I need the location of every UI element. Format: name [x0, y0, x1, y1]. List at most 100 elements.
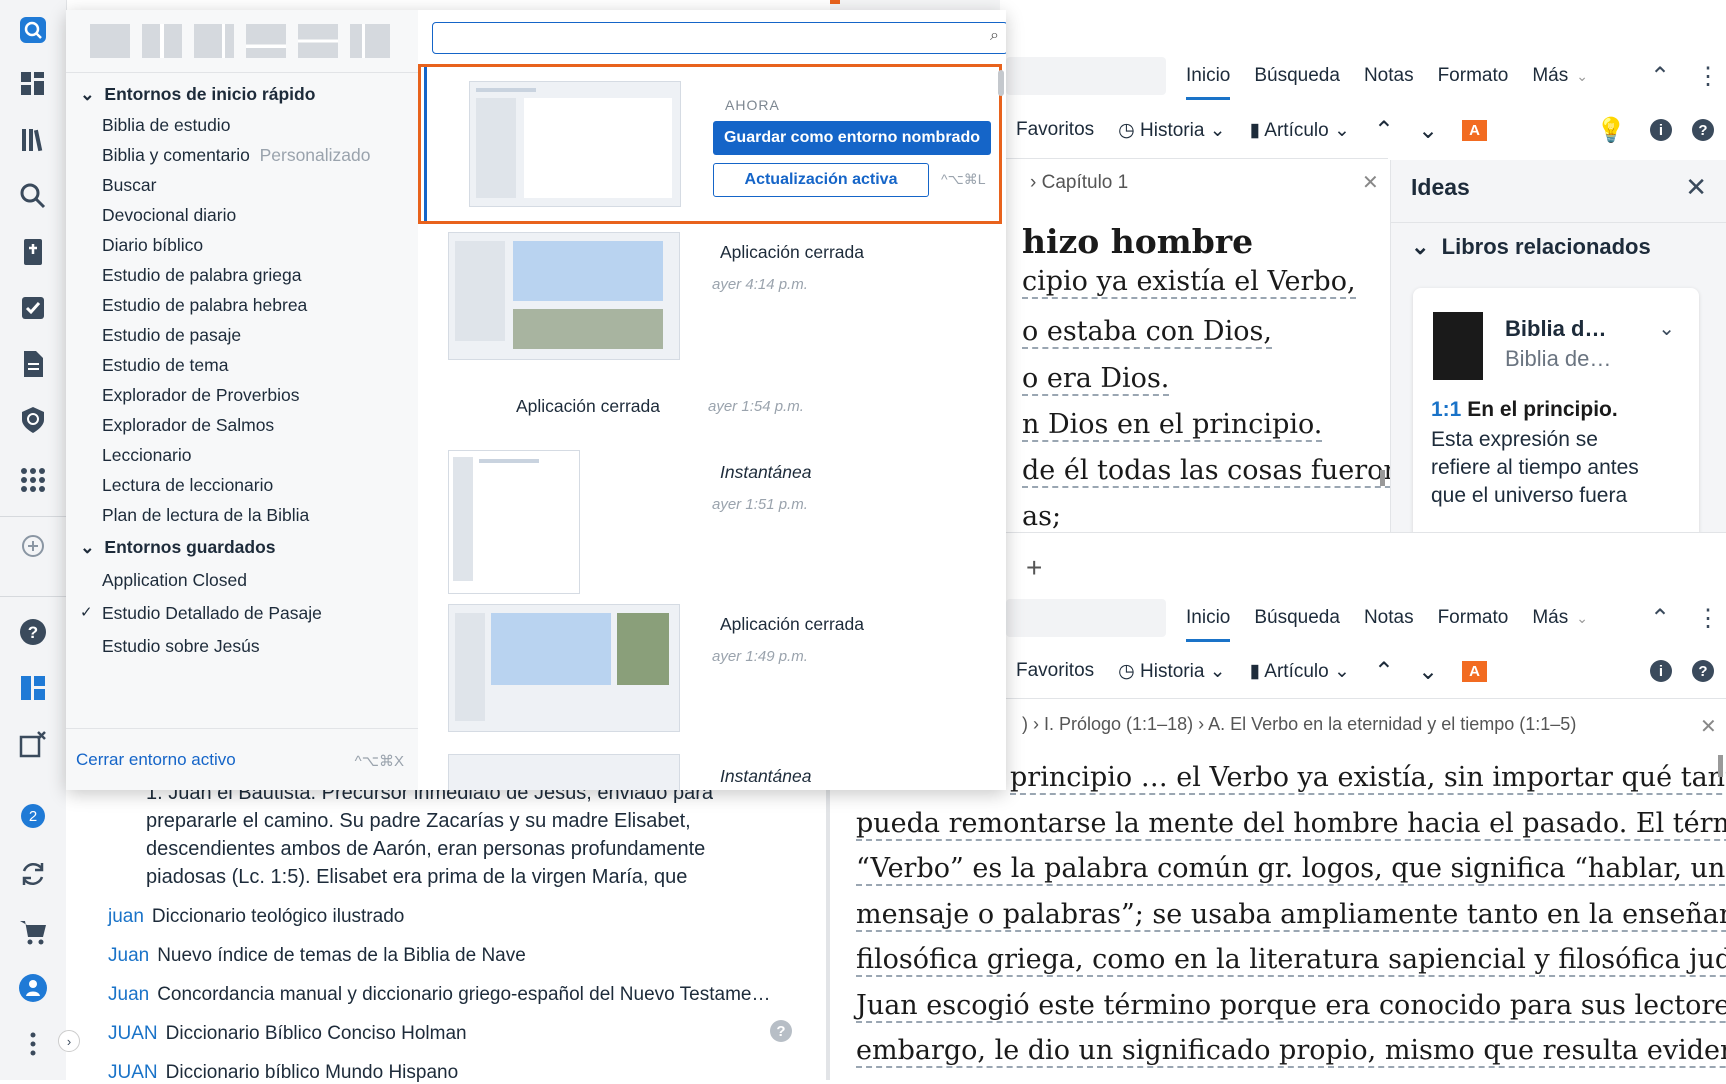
quick-item[interactable]: Diario bíblico: [102, 235, 203, 256]
close-pane-icon[interactable]: ✕: [1700, 714, 1717, 739]
quick-start-header[interactable]: ⌄ Entornos de inicio rápido: [80, 84, 315, 105]
dictionary-key[interactable]: Juan: [108, 945, 149, 966]
quick-item[interactable]: Estudio de palabra hebrea: [102, 295, 307, 316]
snapshot-thumbnail[interactable]: [448, 604, 680, 732]
tab-busqueda[interactable]: Búsqueda: [1254, 607, 1340, 629]
tab-inicio[interactable]: Inicio: [1186, 607, 1231, 642]
quick-item[interactable]: Explorador de Proverbios: [102, 385, 299, 406]
close-panels-icon[interactable]: [17, 728, 49, 760]
articulo-button[interactable]: ▮ Artículo ⌄: [1250, 660, 1350, 683]
scrollbar[interactable]: [1380, 470, 1385, 486]
favoritos-button[interactable]: Favoritos: [1016, 119, 1094, 141]
add-circle-icon[interactable]: [17, 530, 49, 562]
dictionary-entry[interactable]: Juan Nuevo índice de temas de la Biblia d…: [108, 945, 526, 967]
logos-search-icon[interactable]: [17, 14, 49, 46]
snapshot-thumbnail[interactable]: [448, 754, 680, 790]
snapshot-title[interactable]: Instantánea: [720, 462, 811, 483]
update-active-button[interactable]: Actualización activa: [713, 163, 929, 197]
snapshot-thumbnail[interactable]: [448, 232, 680, 360]
quick-item[interactable]: Leccionario: [102, 445, 192, 466]
checklist-icon[interactable]: [17, 292, 49, 324]
tab-inicio[interactable]: Inicio: [1186, 65, 1231, 100]
bottom-search-field[interactable]: [1006, 599, 1166, 637]
quick-item[interactable]: Devocional diario: [102, 205, 236, 226]
tab-notas[interactable]: Notas: [1364, 607, 1414, 629]
chevron-up-icon[interactable]: ⌃: [1374, 657, 1394, 686]
saved-header[interactable]: ⌄ Entornos guardados: [80, 537, 276, 558]
snapshot-title[interactable]: Aplicación cerrada: [720, 614, 864, 635]
tab-busqueda[interactable]: Búsqueda: [1254, 65, 1340, 87]
quick-item[interactable]: Explorador de Salmos: [102, 415, 274, 436]
snapshot-title[interactable]: Instantánea: [720, 766, 811, 787]
quick-item[interactable]: Estudio de pasaje: [102, 325, 241, 346]
tab-mas[interactable]: Más: [1532, 65, 1568, 87]
tab-formato[interactable]: Formato: [1438, 65, 1509, 87]
info-icon[interactable]: i: [1650, 119, 1672, 141]
close-active-layout-link[interactable]: Cerrar entorno activo: [76, 750, 236, 770]
layout-two-column-icon[interactable]: [142, 24, 182, 58]
saved-item[interactable]: Estudio Detallado de Pasaje: [102, 603, 322, 624]
quick-item[interactable]: Estudio de tema: [102, 355, 228, 376]
save-named-button[interactable]: Guardar como entorno nombrado: [713, 121, 991, 155]
expand-rail-icon[interactable]: ›: [58, 1030, 80, 1052]
help-icon[interactable]: ?: [1692, 119, 1714, 141]
dashboard-icon[interactable]: [17, 68, 49, 100]
collapse-icon[interactable]: ⌃: [1650, 604, 1670, 633]
current-snapshot-row[interactable]: AHORA Guardar como entorno nombrado Actu…: [418, 64, 1002, 224]
layout-split-horizontal-icon[interactable]: [298, 24, 338, 58]
dictionary-entry[interactable]: juan Diccionario teológico ilustrado: [108, 906, 404, 928]
close-pane-icon[interactable]: ✕: [1362, 170, 1379, 195]
more-vertical-icon[interactable]: ⋮: [1696, 604, 1720, 633]
quick-item[interactable]: Biblia y comentario Personalizado: [102, 145, 371, 166]
chevron-down-icon[interactable]: ⌄: [1418, 116, 1438, 145]
shield-icon[interactable]: [17, 404, 49, 436]
layouts-icon[interactable]: [17, 672, 49, 704]
lightbulb-icon[interactable]: 💡: [1596, 116, 1626, 145]
historia-button[interactable]: ◷ Historia ⌄: [1118, 660, 1225, 683]
search-icon[interactable]: [17, 180, 49, 212]
dictionary-entry[interactable]: JUAN Diccionario bíblico Mundo Hispano: [108, 1062, 458, 1084]
chevron-down-icon[interactable]: ⌄: [1418, 657, 1438, 686]
apps-grid-icon[interactable]: [17, 464, 49, 496]
section-title[interactable]: ⌄ Libros relacionados: [1411, 234, 1651, 260]
snapshot-title[interactable]: Aplicación cerrada: [720, 242, 864, 263]
info-icon[interactable]: i: [1650, 660, 1672, 682]
layout-wide-left-icon[interactable]: [194, 24, 234, 58]
quick-item[interactable]: Plan de lectura de la Biblia: [102, 505, 309, 526]
help-icon[interactable]: ?: [17, 616, 49, 648]
dictionary-entry[interactable]: Juan Concordancia manual y diccionario gr…: [108, 984, 770, 1006]
dictionary-entry[interactable]: JUAN Diccionario Bíblico Conciso Holman: [108, 1023, 467, 1045]
tab-formato[interactable]: Formato: [1438, 607, 1509, 629]
dictionary-key[interactable]: JUAN: [108, 1023, 158, 1044]
favoritos-button[interactable]: Favoritos: [1016, 660, 1094, 682]
close-icon[interactable]: ✕: [1685, 172, 1707, 203]
notifications-badge[interactable]: 2: [17, 800, 49, 832]
book-card[interactable]: Biblia d… Biblia de… ⌄ 1:1 En el princip…: [1413, 288, 1699, 548]
quick-item[interactable]: Estudio de palabra griega: [102, 265, 301, 286]
top-search-field[interactable]: [1006, 57, 1166, 95]
saved-item[interactable]: Estudio sobre Jesús: [102, 636, 260, 657]
dictionary-key[interactable]: Juan: [108, 984, 149, 1005]
layout-top-bottom-icon[interactable]: [246, 24, 286, 58]
help-icon[interactable]: ?: [770, 1020, 792, 1042]
snapshot-search-input[interactable]: ⌕: [432, 22, 1006, 54]
scrollbar[interactable]: [1718, 755, 1723, 777]
layout-single-icon[interactable]: [90, 24, 130, 58]
document-icon[interactable]: [17, 348, 49, 380]
resource-badge-icon[interactable]: A: [1462, 119, 1487, 141]
dictionary-key[interactable]: juan: [108, 906, 144, 927]
chevron-down-icon[interactable]: ⌄: [1658, 316, 1675, 341]
account-icon[interactable]: [17, 972, 49, 1004]
quick-item[interactable]: Lectura de leccionario: [102, 475, 273, 496]
pane-splitter[interactable]: [826, 780, 830, 1080]
new-tab-icon[interactable]: +: [1026, 552, 1042, 584]
help-icon[interactable]: ?: [1692, 660, 1714, 682]
collapse-icon[interactable]: ⌃: [1650, 62, 1670, 91]
sync-icon[interactable]: [17, 858, 49, 890]
library-icon[interactable]: [17, 124, 49, 156]
articulo-button[interactable]: ▮ Artículo ⌄: [1250, 119, 1350, 142]
quick-item[interactable]: Biblia de estudio: [102, 115, 230, 136]
saved-item[interactable]: Application Closed: [102, 570, 247, 591]
more-vertical-icon[interactable]: ⋮: [1696, 62, 1720, 91]
layout-sidebar-icon[interactable]: [350, 24, 390, 58]
